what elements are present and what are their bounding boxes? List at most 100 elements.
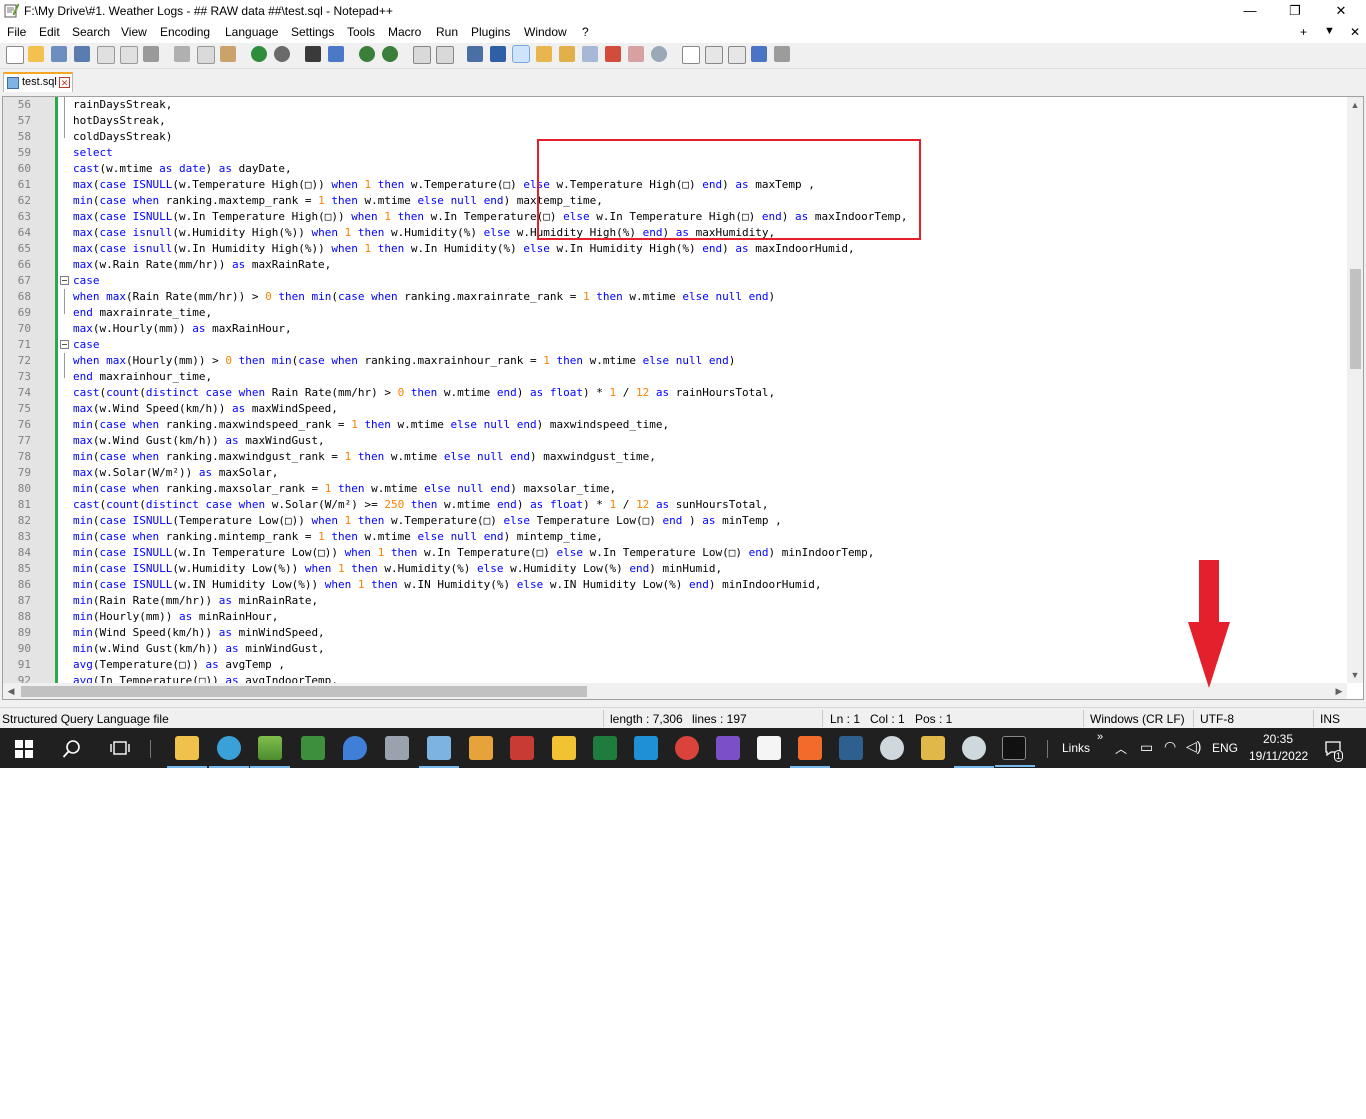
record-macro-icon[interactable] [682, 46, 700, 64]
code-line[interactable]: 77 max(w.Wind Gust(km/h)) as maxWindGust, [3, 433, 1347, 449]
app-icon-6[interactable] [385, 736, 409, 760]
cut-icon[interactable] [174, 46, 190, 62]
close-document-icon[interactable]: ✕ [1350, 25, 1360, 39]
show-hidden-icons-icon[interactable]: ︿ [1115, 740, 1127, 757]
menu-file[interactable]: File [7, 25, 26, 39]
playback-icon[interactable] [728, 46, 746, 64]
scroll-right-icon[interactable]: ▶ [1331, 683, 1347, 699]
fold-toggle-icon[interactable] [60, 340, 69, 349]
open-file-icon[interactable] [28, 46, 44, 62]
replace-icon[interactable] [328, 46, 344, 62]
code-line[interactable]: 85 min(case ISNULL(w.Humidity Low(%)) whe… [3, 561, 1347, 577]
minimize-button[interactable]: — [1227, 0, 1273, 22]
stop-recording-icon[interactable] [705, 46, 723, 64]
code-line[interactable]: 78 min(case when ranking.maxwindgust_rank… [3, 449, 1347, 465]
app-icon-18[interactable] [880, 736, 904, 760]
code-line[interactable]: 84 min(case ISNULL(w.In Temperature Low(□… [3, 545, 1347, 561]
code-line[interactable]: 74 cast(count(distinct case when Rain Rat… [3, 385, 1347, 401]
code-line[interactable]: 73 end maxrainhour_time, [3, 369, 1347, 385]
menu-window[interactable]: Window [524, 25, 567, 39]
notepad-plus-plus-taskbar-icon[interactable] [250, 736, 290, 768]
file-explorer-icon[interactable] [167, 736, 207, 768]
save-icon[interactable] [51, 46, 67, 62]
new-tab-plus-icon[interactable]: + [1300, 25, 1307, 39]
windows-start-icon[interactable] [15, 740, 33, 758]
print-icon[interactable] [143, 46, 159, 62]
encoding-label[interactable]: UTF-8 [1200, 712, 1234, 726]
code-line[interactable]: 69 end maxrainrate_time, [3, 305, 1347, 321]
volume-icon[interactable]: ◁) [1186, 738, 1201, 755]
tab-list-dropdown-icon[interactable]: ▼ [1324, 25, 1335, 37]
app-icon-10[interactable] [552, 736, 576, 760]
menu-settings[interactable]: Settings [291, 25, 334, 39]
indent-guide-icon[interactable] [512, 45, 530, 63]
code-line[interactable]: 76 min(case when ranking.maxwindspeed_ran… [3, 417, 1347, 433]
save-all-icon[interactable] [74, 46, 90, 62]
wifi-icon[interactable]: ◠ [1164, 738, 1176, 755]
function-list-icon[interactable] [582, 46, 598, 62]
copy-icon[interactable] [197, 46, 215, 64]
sync-horizontal-icon[interactable] [436, 46, 454, 64]
app-icon-7[interactable] [419, 736, 459, 768]
view-eye-icon[interactable] [651, 46, 667, 62]
menu-macro[interactable]: Macro [388, 25, 421, 39]
vertical-scrollbar[interactable]: ▲ ▼ [1347, 97, 1363, 683]
maximize-button[interactable]: ❐ [1272, 0, 1318, 22]
find-icon[interactable] [305, 46, 321, 62]
menu-language[interactable]: Language [225, 25, 278, 39]
fold-toggle-icon[interactable] [60, 276, 69, 285]
code-line[interactable]: 66 max(w.Rain Rate(mm/hr)) as maxRainRate… [3, 257, 1347, 273]
close-all-icon[interactable] [120, 46, 138, 64]
monitoring-icon[interactable] [628, 46, 644, 62]
scroll-down-icon[interactable]: ▼ [1347, 667, 1363, 683]
code-line[interactable]: 67 case [3, 273, 1347, 289]
vertical-scroll-thumb[interactable] [1350, 269, 1361, 369]
code-line[interactable]: 72 when max(Hourly(mm)) > 0 then min(case… [3, 353, 1347, 369]
menu-tools[interactable]: Tools [347, 25, 375, 39]
code-line[interactable]: 82 min(case ISNULL(Temperature Low(□)) wh… [3, 513, 1347, 529]
app-icon-5[interactable] [343, 736, 367, 760]
code-line[interactable]: 81 cast(count(distinct case when w.Solar(… [3, 497, 1347, 513]
redo-icon[interactable] [274, 46, 290, 62]
app-icon-20[interactable] [954, 736, 994, 768]
app-icon-8[interactable] [469, 736, 493, 760]
code-line[interactable]: 70 max(w.Hourly(mm)) as maxRainHour, [3, 321, 1347, 337]
code-editor[interactable]: 56 rainDaysStreak, 57 hotDaysStreak, 58 coldD… [2, 96, 1364, 700]
visual-studio-icon[interactable] [716, 736, 740, 760]
code-line[interactable]: 89 min(Wind Speed(km/h)) as minWindSpeed, [3, 625, 1347, 641]
menu-encoding[interactable]: Encoding [160, 25, 210, 39]
app-icon-19[interactable] [921, 736, 945, 760]
menu-view[interactable]: View [121, 25, 147, 39]
close-window-button[interactable]: ✕ [1318, 0, 1364, 22]
task-view-icon[interactable] [110, 739, 130, 757]
folder-as-workspace-icon[interactable] [605, 46, 621, 62]
app-icon-9[interactable] [510, 736, 534, 760]
run-macro-multiple-icon[interactable] [751, 46, 767, 62]
app-icon-11[interactable] [593, 736, 617, 760]
close-tab-icon[interactable]: ✕ [59, 77, 70, 88]
search-icon[interactable] [62, 739, 82, 759]
horizontal-scrollbar[interactable]: ◀ ▶ [3, 683, 1347, 699]
chrome-browser-icon[interactable] [209, 736, 249, 768]
word-wrap-icon[interactable] [467, 46, 483, 62]
code-line[interactable]: 57 hotDaysStreak, [3, 113, 1347, 129]
app-icon-15[interactable] [757, 736, 781, 760]
app-icon-12[interactable] [634, 736, 658, 760]
clock-date[interactable]: 19/11/2022 [1249, 749, 1308, 763]
code-line[interactable]: 86 min(case ISNULL(w.IN Humidity Low(%)) … [3, 577, 1347, 593]
code-line[interactable]: 87 min(Rain Rate(mm/hr)) as minRainRate, [3, 593, 1347, 609]
code-line[interactable]: 79 max(w.Solar(W/m²)) as maxSolar, [3, 465, 1347, 481]
code-line[interactable]: 68 when max(Rain Rate(mm/hr)) > 0 then mi… [3, 289, 1347, 305]
code-line[interactable]: 83 min(case when ranking.mintemp_rank = 1… [3, 529, 1347, 545]
save-macro-icon[interactable] [774, 46, 790, 62]
code-line[interactable]: 91 avg(Temperature(□)) as avgTemp , [3, 657, 1347, 673]
show-all-characters-icon[interactable] [490, 46, 506, 62]
scroll-left-icon[interactable]: ◀ [3, 683, 19, 699]
code-line[interactable]: 56 rainDaysStreak, [3, 97, 1347, 113]
paste-icon[interactable] [220, 46, 236, 62]
eol-format[interactable]: Windows (CR LF) [1090, 712, 1185, 726]
tab-test-sql[interactable]: test.sql ✕ [3, 72, 73, 92]
code-line[interactable]: 88 min(Hourly(mm)) as minRainHour, [3, 609, 1347, 625]
links-toolbar[interactable]: Links [1062, 741, 1090, 755]
close-file-icon[interactable] [97, 46, 115, 64]
